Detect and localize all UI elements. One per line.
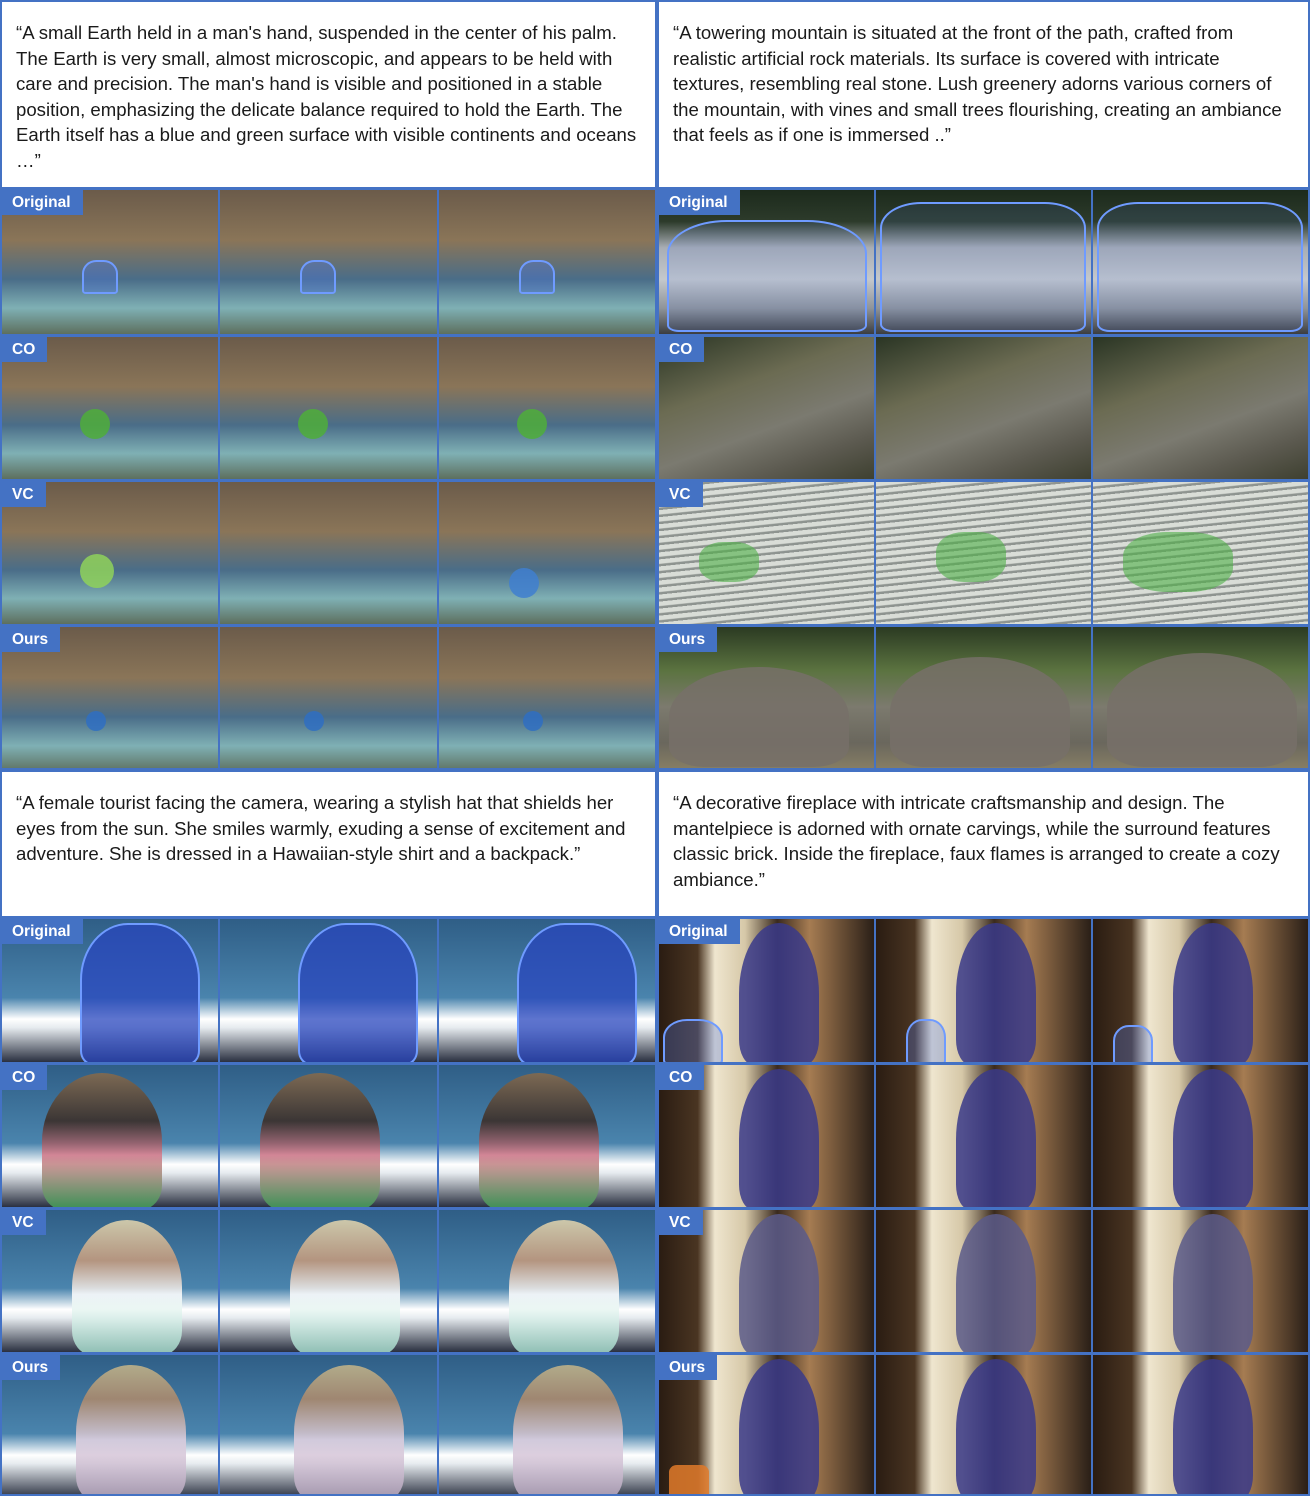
panel-fireplace: “A decorative fireplace with intricate c…: [657, 770, 1310, 1496]
video-frame: [1091, 337, 1308, 479]
video-frame: [436, 919, 655, 1062]
video-frame: [436, 190, 655, 334]
video-frame: [1091, 1355, 1308, 1494]
row-original: Original: [2, 187, 655, 334]
video-frame: [436, 337, 655, 479]
panel-tourist: “A female tourist facing the camera, wea…: [0, 770, 657, 1496]
row-ours: Ours: [2, 1352, 655, 1494]
row-label: VC: [2, 482, 46, 507]
video-frame: [436, 1065, 655, 1207]
row-co: CO: [2, 1062, 655, 1207]
row-label: VC: [2, 1210, 46, 1235]
panel-mountain: “A towering mountain is situated at the …: [657, 0, 1310, 770]
row-co: CO: [2, 334, 655, 479]
row-label: Original: [659, 919, 740, 944]
video-frame: [218, 919, 437, 1062]
video-frame: [874, 919, 1091, 1062]
video-frame: [874, 337, 1091, 479]
row-label: VC: [659, 482, 703, 507]
video-frame: [1091, 919, 1308, 1062]
video-frame: [436, 627, 655, 768]
row-label: Ours: [2, 627, 61, 652]
prompt-text: “A towering mountain is situated at the …: [673, 22, 1282, 146]
video-frame: [1091, 627, 1308, 768]
video-frame: [874, 1355, 1091, 1494]
row-original: Original: [659, 187, 1308, 334]
row-label: CO: [2, 337, 48, 362]
row-label: Original: [2, 919, 83, 944]
row-ours: Ours: [659, 1352, 1308, 1494]
video-frame: [218, 482, 437, 624]
row-label: CO: [2, 1065, 48, 1090]
video-frame: [218, 190, 437, 334]
row-label: Ours: [659, 1355, 718, 1380]
row-label: Ours: [659, 627, 718, 652]
row-label: Original: [2, 190, 83, 215]
video-frame: [436, 1355, 655, 1494]
row-vc: VC: [2, 479, 655, 624]
row-co: CO: [659, 334, 1308, 479]
row-co: CO: [659, 1062, 1308, 1207]
video-frame: [218, 1065, 437, 1207]
video-frame: [1091, 1210, 1308, 1352]
video-frame: [1091, 1065, 1308, 1207]
row-label: Original: [659, 190, 740, 215]
video-frame: [874, 482, 1091, 624]
row-original: Original: [659, 916, 1308, 1062]
prompt-text: “A female tourist facing the camera, wea…: [16, 792, 626, 865]
video-frame: [874, 190, 1091, 334]
video-frame: [1091, 482, 1308, 624]
row-vc: VC: [659, 479, 1308, 624]
video-frame: [218, 1210, 437, 1352]
row-ours: Ours: [2, 624, 655, 768]
video-frame: [874, 1065, 1091, 1207]
row-label: VC: [659, 1210, 703, 1235]
row-label: Ours: [2, 1355, 61, 1380]
video-frame: [218, 627, 437, 768]
video-frame: [218, 1355, 437, 1494]
video-frame: [436, 482, 655, 624]
prompt-text: “A decorative fireplace with intricate c…: [673, 792, 1280, 890]
row-label: CO: [659, 337, 705, 362]
video-frame: [874, 1210, 1091, 1352]
video-frame: [1091, 190, 1308, 334]
row-ours: Ours: [659, 624, 1308, 768]
video-frame: [436, 1210, 655, 1352]
video-frame: [874, 627, 1091, 768]
video-frame: [218, 337, 437, 479]
prompt-text: “A small Earth held in a man's hand, sus…: [16, 22, 637, 171]
row-vc: VC: [2, 1207, 655, 1352]
row-label: CO: [659, 1065, 705, 1090]
row-vc: VC: [659, 1207, 1308, 1352]
row-original: Original: [2, 916, 655, 1062]
panel-earth: “A small Earth held in a man's hand, sus…: [0, 0, 657, 770]
